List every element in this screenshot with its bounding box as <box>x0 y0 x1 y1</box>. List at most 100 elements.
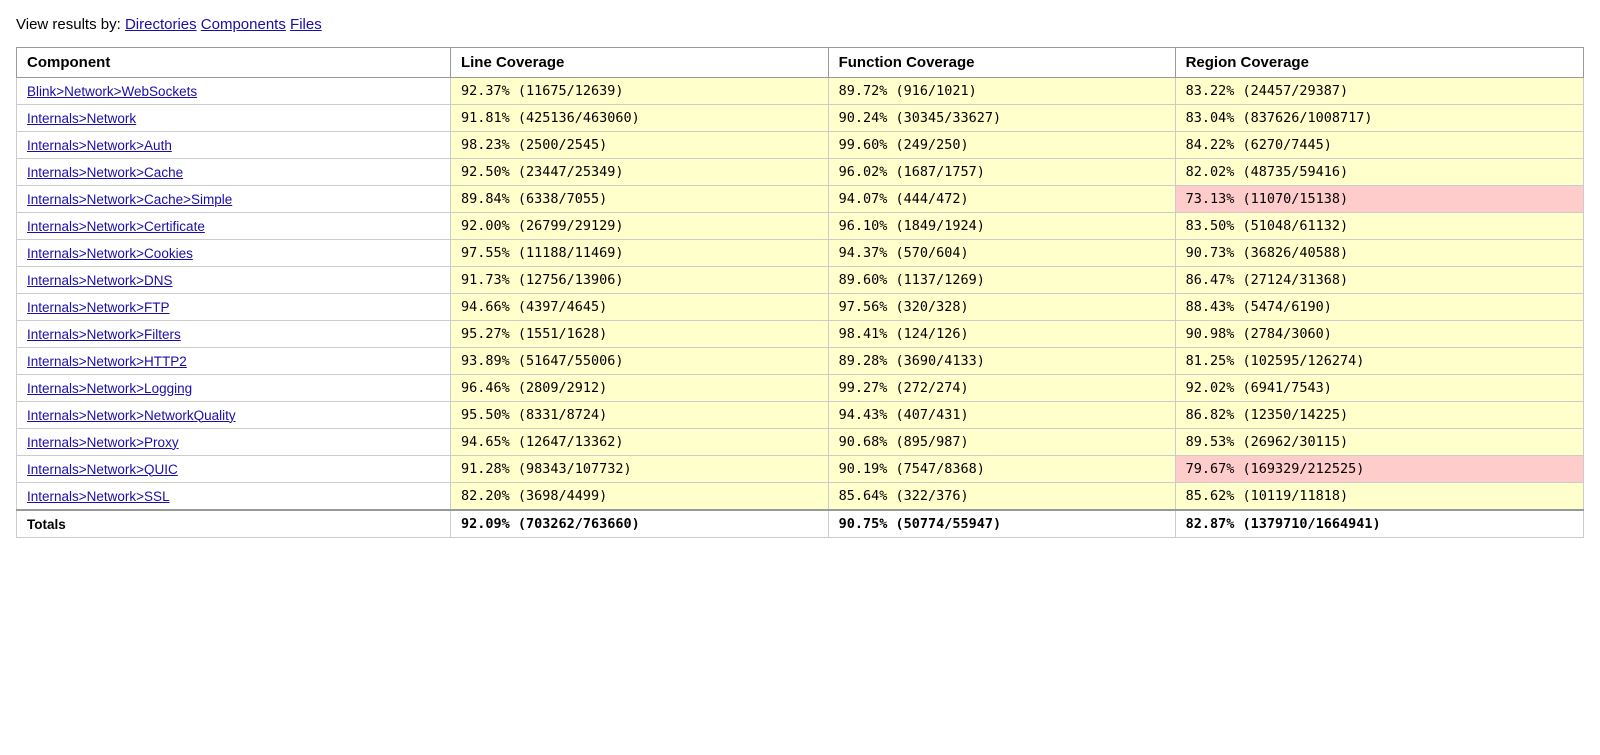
cell-function-coverage: 97.56% (320/328) <box>828 294 1175 321</box>
cell-line-coverage: 91.81% (425136/463060) <box>450 105 828 132</box>
component-link[interactable]: Internals>Network>FTP <box>27 300 170 315</box>
totals-row: Totals92.09% (703262/763660)90.75% (5077… <box>17 510 1584 538</box>
cell-line-coverage: 93.89% (51647/55006) <box>450 348 828 375</box>
cell-line-coverage: 92.50% (23447/25349) <box>450 159 828 186</box>
component-link[interactable]: Internals>Network>NetworkQuality <box>27 408 236 423</box>
cell-region-coverage: 92.02% (6941/7543) <box>1175 375 1583 402</box>
totals-region-coverage: 82.87% (1379710/1664941) <box>1175 510 1583 538</box>
cell-region-coverage: 88.43% (5474/6190) <box>1175 294 1583 321</box>
cell-component: Internals>Network>HTTP2 <box>17 348 451 375</box>
cell-line-coverage: 94.65% (12647/13362) <box>450 429 828 456</box>
cell-line-coverage: 98.23% (2500/2545) <box>450 132 828 159</box>
cell-component: Internals>Network>NetworkQuality <box>17 402 451 429</box>
header-line-coverage: Line Coverage <box>450 48 828 78</box>
table-row: Internals>Network>DNS 91.73% (12756/13906… <box>17 267 1584 294</box>
table-row: Internals>Network>Cache 92.50% (23447/253… <box>17 159 1584 186</box>
cell-component: Internals>Network>Proxy <box>17 429 451 456</box>
cell-region-coverage: 79.67% (169329/212525) <box>1175 456 1583 483</box>
cell-function-coverage: 96.10% (1849/1924) <box>828 213 1175 240</box>
component-link[interactable]: Blink>Network>WebSockets <box>27 84 197 99</box>
component-link[interactable]: Internals>Network>Cache>Simple <box>27 192 232 207</box>
cell-function-coverage: 85.64% (322/376) <box>828 483 1175 511</box>
cell-function-coverage: 99.60% (249/250) <box>828 132 1175 159</box>
cell-component: Blink>Network>WebSockets <box>17 78 451 105</box>
component-link[interactable]: Internals>Network>Logging <box>27 381 192 396</box>
cell-region-coverage: 83.22% (24457/29387) <box>1175 78 1583 105</box>
cell-function-coverage: 94.43% (407/431) <box>828 402 1175 429</box>
cell-region-coverage: 83.04% (837626/1008717) <box>1175 105 1583 132</box>
cell-function-coverage: 89.28% (3690/4133) <box>828 348 1175 375</box>
cell-component: Internals>Network>DNS <box>17 267 451 294</box>
components-link[interactable]: Components <box>201 16 286 33</box>
view-results-bar: View results by: Directories Components … <box>16 16 1584 33</box>
cell-component: Internals>Network>SSL <box>17 483 451 511</box>
cell-region-coverage: 86.47% (27124/31368) <box>1175 267 1583 294</box>
cell-component: Internals>Network>Cookies <box>17 240 451 267</box>
cell-region-coverage: 73.13% (11070/15138) <box>1175 186 1583 213</box>
totals-label: Totals <box>17 510 451 538</box>
cell-function-coverage: 90.24% (30345/33627) <box>828 105 1175 132</box>
component-link[interactable]: Internals>Network <box>27 111 136 126</box>
cell-function-coverage: 90.19% (7547/8368) <box>828 456 1175 483</box>
files-link[interactable]: Files <box>290 16 322 33</box>
table-row: Blink>Network>WebSockets 92.37% (11675/12… <box>17 78 1584 105</box>
table-row: Internals>Network>Logging96.46% (2809/29… <box>17 375 1584 402</box>
cell-region-coverage: 86.82% (12350/14225) <box>1175 402 1583 429</box>
table-row: Internals>Network>Proxy 94.65% (12647/133… <box>17 429 1584 456</box>
cell-line-coverage: 82.20% (3698/4499) <box>450 483 828 511</box>
cell-region-coverage: 83.50% (51048/61132) <box>1175 213 1583 240</box>
directories-link[interactable]: Directories <box>125 16 197 33</box>
cell-line-coverage: 94.66% (4397/4645) <box>450 294 828 321</box>
cell-line-coverage: 95.50% (8331/8724) <box>450 402 828 429</box>
cell-component: Internals>Network>Filters <box>17 321 451 348</box>
component-link[interactable]: Internals>Network>SSL <box>27 489 170 504</box>
component-link[interactable]: Internals>Network>Cookies <box>27 246 193 261</box>
cell-region-coverage: 90.73% (36826/40588) <box>1175 240 1583 267</box>
component-link[interactable]: Internals>Network>Cache <box>27 165 183 180</box>
cell-component: Internals>Network>Cache>Simple <box>17 186 451 213</box>
cell-line-coverage: 95.27% (1551/1628) <box>450 321 828 348</box>
cell-component: Internals>Network>Logging <box>17 375 451 402</box>
component-link[interactable]: Internals>Network>DNS <box>27 273 173 288</box>
cell-function-coverage: 89.60% (1137/1269) <box>828 267 1175 294</box>
cell-function-coverage: 98.41% (124/126) <box>828 321 1175 348</box>
header-component: Component <box>17 48 451 78</box>
table-row: Internals>Network 91.81% (425136/463060)9… <box>17 105 1584 132</box>
cell-function-coverage: 96.02% (1687/1757) <box>828 159 1175 186</box>
cell-region-coverage: 90.98% (2784/3060) <box>1175 321 1583 348</box>
table-row: Internals>Network>Cookies 97.55% (11188/1… <box>17 240 1584 267</box>
cell-line-coverage: 91.28% (98343/107732) <box>450 456 828 483</box>
cell-component: Internals>Network>QUIC <box>17 456 451 483</box>
table-row: Internals>Network>QUIC 91.28% (98343/1077… <box>17 456 1584 483</box>
table-row: Internals>Network>Cache>Simple89.84% (63… <box>17 186 1584 213</box>
totals-line-coverage: 92.09% (703262/763660) <box>450 510 828 538</box>
component-link[interactable]: Internals>Network>Proxy <box>27 435 179 450</box>
cell-component: Internals>Network>Cache <box>17 159 451 186</box>
table-row: Internals>Network>SSL 82.20% (3698/4499)8… <box>17 483 1584 511</box>
table-row: Internals>Network>NetworkQuality 95.50% (… <box>17 402 1584 429</box>
cell-line-coverage: 92.00% (26799/29129) <box>450 213 828 240</box>
cell-region-coverage: 82.02% (48735/59416) <box>1175 159 1583 186</box>
component-link[interactable]: Internals>Network>Auth <box>27 138 172 153</box>
coverage-table: Component Line Coverage Function Coverag… <box>16 47 1584 538</box>
header-region-coverage: Region Coverage <box>1175 48 1583 78</box>
component-link[interactable]: Internals>Network>HTTP2 <box>27 354 187 369</box>
cell-function-coverage: 94.37% (570/604) <box>828 240 1175 267</box>
component-link[interactable]: Internals>Network>QUIC <box>27 462 178 477</box>
cell-region-coverage: 81.25% (102595/126274) <box>1175 348 1583 375</box>
component-link[interactable]: Internals>Network>Filters <box>27 327 181 342</box>
cell-component: Internals>Network <box>17 105 451 132</box>
table-row: Internals>Network>Certificate 92.00% (267… <box>17 213 1584 240</box>
cell-function-coverage: 94.07% (444/472) <box>828 186 1175 213</box>
cell-line-coverage: 92.37% (11675/12639) <box>450 78 828 105</box>
table-header-row: Component Line Coverage Function Coverag… <box>17 48 1584 78</box>
cell-component: Internals>Network>FTP <box>17 294 451 321</box>
totals-function-coverage: 90.75% (50774/55947) <box>828 510 1175 538</box>
header-function-coverage: Function Coverage <box>828 48 1175 78</box>
cell-function-coverage: 90.68% (895/987) <box>828 429 1175 456</box>
cell-function-coverage: 89.72% (916/1021) <box>828 78 1175 105</box>
component-link[interactable]: Internals>Network>Certificate <box>27 219 205 234</box>
cell-region-coverage: 89.53% (26962/30115) <box>1175 429 1583 456</box>
cell-line-coverage: 97.55% (11188/11469) <box>450 240 828 267</box>
cell-line-coverage: 91.73% (12756/13906) <box>450 267 828 294</box>
